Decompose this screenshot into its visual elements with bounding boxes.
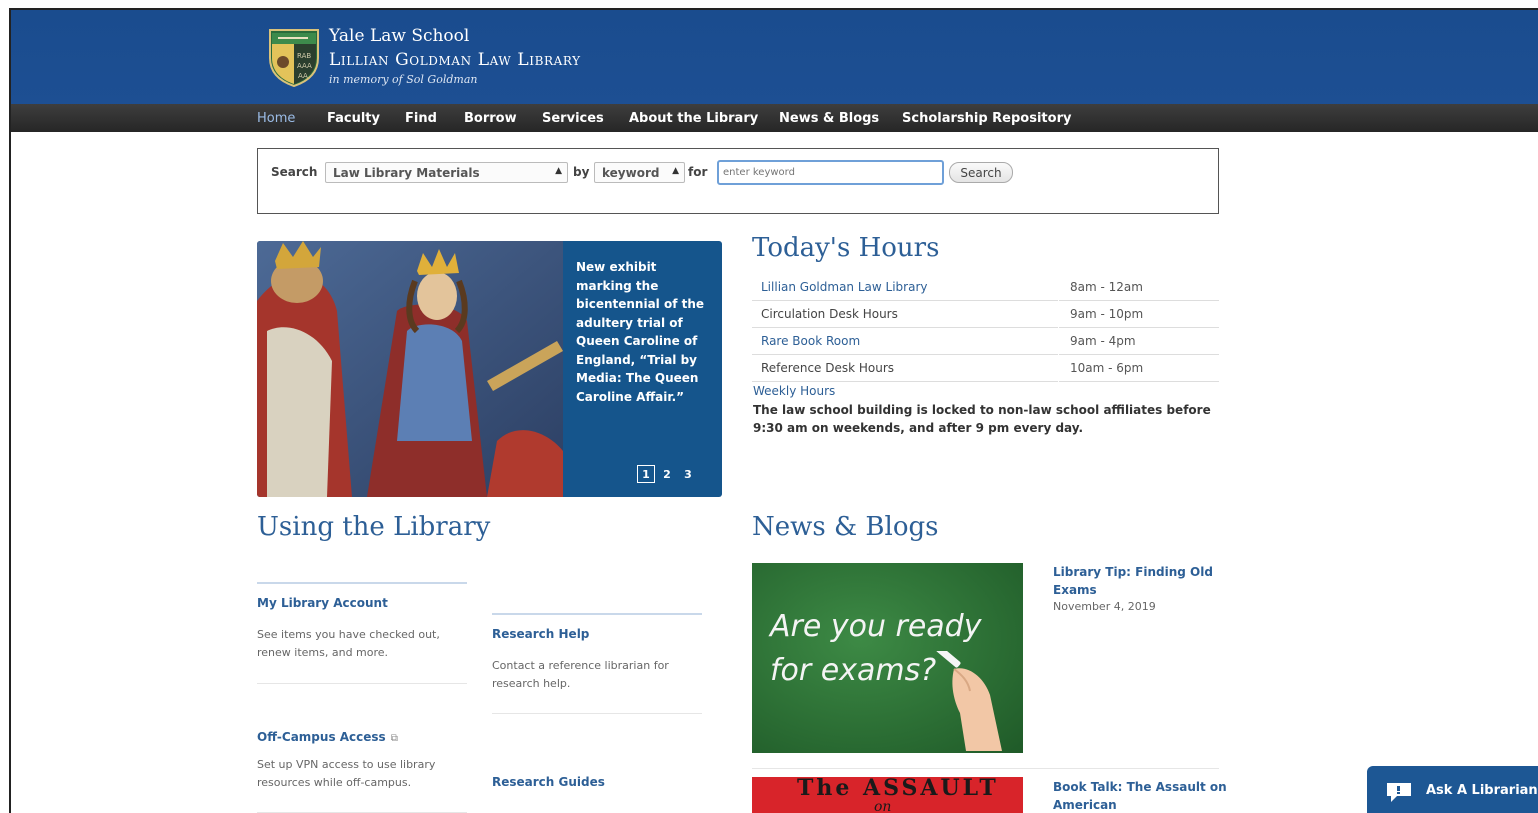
slider-caption: New exhibit marking the bicentennial of … <box>576 260 705 404</box>
hours-row-name-rare-book[interactable]: Rare Book Room <box>752 328 1058 355</box>
chalk-line-2: for exams? <box>770 653 937 688</box>
news-item-title-exams[interactable]: Library Tip: Finding Old Exams <box>1053 563 1223 599</box>
off-campus-access-link[interactable]: Off-Campus Access <box>257 730 386 744</box>
todays-hours-heading: Today's Hours <box>752 233 940 263</box>
search-scope-select[interactable]: Law Library Materials ▲ <box>325 162 568 183</box>
slider-page-3[interactable]: 3 <box>679 466 697 484</box>
nav-faculty[interactable]: Faculty <box>327 111 380 126</box>
building-access-notice: The law school building is locked to non… <box>753 403 1211 435</box>
hours-row-name-reference: Reference Desk Hours <box>752 355 1058 382</box>
nav-about[interactable]: About the Library <box>629 111 758 126</box>
external-link-icon: ⧉ <box>390 733 398 744</box>
library-name: Lillian Goldman Law Library <box>329 50 581 70</box>
svg-text:RAB: RAB <box>297 52 311 60</box>
news-item-date: November 4, 2019 <box>1053 600 1156 613</box>
chat-bubble-icon <box>1387 783 1411 802</box>
dedication: in memory of Sol Goldman <box>329 73 478 86</box>
ask-a-librarian-button[interactable]: Ask A Librarian <box>1367 766 1538 813</box>
for-label: for <box>688 165 708 179</box>
nav-find[interactable]: Find <box>405 111 437 126</box>
news-blogs-heading: News & Blogs <box>752 512 939 542</box>
hours-row-name-circulation: Circulation Desk Hours <box>752 301 1058 328</box>
book-cover-image[interactable]: The ASSAULT on <box>752 777 1023 813</box>
ask-a-librarian-label: Ask A Librarian <box>1426 783 1538 798</box>
research-help-text: Contact a reference librarian for resear… <box>492 659 669 690</box>
card-divider <box>257 582 467 584</box>
search-scope-value: Law Library Materials <box>333 166 480 180</box>
off-campus-access-text: Set up VPN access to use library resourc… <box>257 758 436 789</box>
card-divider <box>257 683 467 684</box>
site-header: RAB AAA AA Yale Law School Lillian Goldm… <box>11 10 1538 104</box>
exam-chalkboard-image[interactable]: Are you ready for exams? <box>752 563 1023 753</box>
hours-row-time: 8am - 12am <box>1059 274 1219 301</box>
main-nav: Home Faculty Find Borrow Services About … <box>11 104 1538 132</box>
svg-text:AAA: AAA <box>297 62 312 70</box>
using-library-heading: Using the Library <box>257 512 491 542</box>
school-name: Yale Law School <box>329 26 470 46</box>
featured-slider[interactable]: New exhibit marking the bicentennial of … <box>257 241 722 497</box>
slider-page-1[interactable]: 1 <box>637 465 655 483</box>
hours-row-time: 9am - 4pm <box>1059 328 1219 355</box>
search-button[interactable]: Search <box>949 162 1013 183</box>
hours-row-name-law-library[interactable]: Lillian Goldman Law Library <box>752 274 1058 301</box>
news-item-title-book-talk[interactable]: Book Talk: The Assault on American <box>1053 778 1233 813</box>
search-field-select[interactable]: keyword ▲ <box>594 162 685 183</box>
my-library-account-text: See items you have checked out, renew it… <box>257 628 440 659</box>
book-cover-title: The ASSAULT <box>797 777 999 801</box>
chalk-line-1: Are you ready <box>770 609 982 644</box>
research-help-link[interactable]: Research Help <box>492 627 589 641</box>
nav-news-blogs[interactable]: News & Blogs <box>779 111 879 126</box>
browser-page: RAB AAA AA Yale Law School Lillian Goldm… <box>9 8 1538 813</box>
research-guides-link[interactable]: Research Guides <box>492 775 605 789</box>
card-divider <box>492 713 702 714</box>
my-library-account-link[interactable]: My Library Account <box>257 596 388 610</box>
search-field-value: keyword <box>602 166 660 180</box>
by-label: by <box>573 165 590 179</box>
hand-with-chalk <box>936 651 1002 751</box>
slider-page-2[interactable]: 2 <box>658 466 676 484</box>
nav-home[interactable]: Home <box>257 111 295 126</box>
book-cover-subtitle: on <box>874 799 892 813</box>
nav-services[interactable]: Services <box>542 111 604 126</box>
svg-text:AA: AA <box>298 72 308 80</box>
nav-scholarship-repository[interactable]: Scholarship Repository <box>902 111 1071 126</box>
hours-row-time: 9am - 10pm <box>1059 301 1219 328</box>
search-label: Search <box>271 165 318 179</box>
yale-shield-logo[interactable]: RAB AAA AA <box>268 28 320 88</box>
catalog-search-box: Search Law Library Materials ▲ by keywor… <box>257 148 1219 214</box>
nav-borrow[interactable]: Borrow <box>464 111 517 126</box>
queen-caroline-illustration[interactable] <box>257 241 563 497</box>
search-input[interactable] <box>717 160 944 185</box>
off-campus-access-row: Off-Campus Access ⧉ <box>257 726 398 745</box>
hours-row-time: 10am - 6pm <box>1059 355 1219 382</box>
select-arrow-icon: ▲ <box>672 166 679 176</box>
select-arrow-icon: ▲ <box>555 166 562 176</box>
weekly-hours-link[interactable]: Weekly Hours <box>753 384 835 398</box>
library-title[interactable]: Yale Law School Lillian Goldman Law Libr… <box>329 26 581 86</box>
card-divider <box>492 613 702 615</box>
news-divider <box>752 768 1219 769</box>
slider-pager: 123 <box>637 465 700 484</box>
slider-caption-panel[interactable]: New exhibit marking the bicentennial of … <box>563 241 722 497</box>
